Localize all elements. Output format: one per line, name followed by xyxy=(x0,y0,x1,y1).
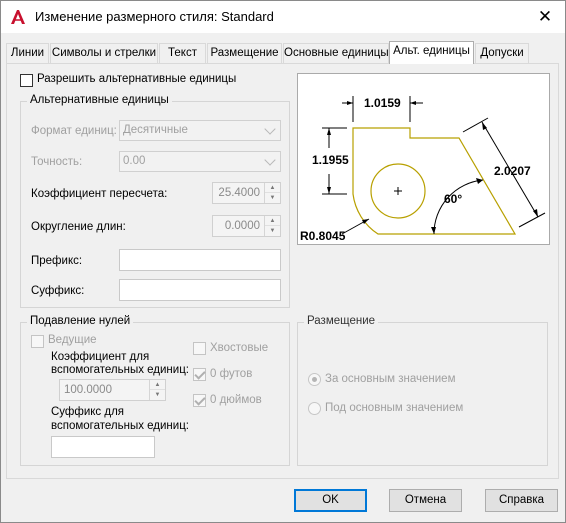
trailing-label: Хвостовые xyxy=(210,342,269,354)
ok-button[interactable]: OK xyxy=(294,489,367,512)
multiplier-stepper[interactable]: 25.4000 ▲ ▼ xyxy=(212,182,281,204)
close-icon[interactable]: ✕ xyxy=(530,4,560,30)
spin-down-icon[interactable]: ▼ xyxy=(150,390,165,400)
dim-radius-value: R0.8045 xyxy=(300,229,346,243)
subunit-factor-label-line1: Коэффициент для xyxy=(51,351,150,363)
precision-label: Точность: xyxy=(31,156,83,168)
zero-suppression-title: Подавление нулей xyxy=(27,315,134,327)
subunit-factor-label-line2: вспомогательных единиц: xyxy=(51,364,189,376)
unit-format-label: Формат единиц: xyxy=(31,125,117,137)
zero-inches-checkbox[interactable] xyxy=(193,394,206,407)
leading-label: Ведущие xyxy=(48,334,97,346)
enable-alt-units-checkbox[interactable] xyxy=(20,74,33,87)
spin-down-icon[interactable]: ▼ xyxy=(265,226,280,236)
subunit-suffix-label-line1: Суффикс для xyxy=(51,406,125,418)
placement-group: Размещение xyxy=(297,315,548,466)
cancel-button[interactable]: Отмена xyxy=(389,489,462,512)
title-bar: Изменение размерного стиля: Standard ✕ xyxy=(1,1,565,33)
subunit-factor-stepper[interactable]: 100.0000 ▲ ▼ xyxy=(59,379,166,401)
alt-units-group-title: Альтернативные единицы xyxy=(27,94,172,106)
after-primary-label: За основным значением xyxy=(325,373,456,385)
precision-value: 0.00 xyxy=(123,155,146,167)
spin-down-icon[interactable]: ▼ xyxy=(265,193,280,203)
dim-left-value: 1.1955 xyxy=(312,153,349,167)
chevron-down-icon xyxy=(264,154,276,166)
help-button[interactable]: Справка xyxy=(485,489,558,512)
tab-lines[interactable]: Линии xyxy=(6,43,49,63)
dim-top-value: 1.0159 xyxy=(364,96,401,110)
placement-title: Размещение xyxy=(304,315,379,327)
trailing-checkbox[interactable] xyxy=(193,342,206,355)
precision-select[interactable]: 0.00 xyxy=(119,151,281,172)
spin-up-icon[interactable]: ▲ xyxy=(265,183,280,193)
prefix-label: Префикс: xyxy=(31,255,83,267)
below-primary-label: Под основным значением xyxy=(325,402,464,414)
leading-checkbox[interactable] xyxy=(31,335,44,348)
autocad-logo-icon xyxy=(11,10,25,24)
subunit-factor-value: 100.0000 xyxy=(64,384,112,396)
dim-right-value: 2.0207 xyxy=(494,164,531,178)
subunit-suffix-input[interactable] xyxy=(51,436,155,458)
multiplier-value: 25.4000 xyxy=(218,187,260,199)
tab-alternate-units[interactable]: Альт. единицы xyxy=(389,41,474,64)
window-title: Изменение размерного стиля: Standard xyxy=(35,9,274,24)
zero-inches-label: 0 дюймов xyxy=(210,394,262,406)
dimension-preview: 1.0159 1.1955 2.0207 60° R0.8045 xyxy=(297,73,550,245)
multiplier-label: Коэффициент пересчета: xyxy=(31,188,168,200)
after-primary-radio[interactable] xyxy=(308,373,321,386)
chevron-down-icon xyxy=(264,123,276,135)
round-value: 0.0000 xyxy=(224,220,260,232)
dim-angle-value: 60° xyxy=(444,192,463,206)
suffix-label: Суффикс: xyxy=(31,285,85,297)
tab-tolerances[interactable]: Допуски xyxy=(475,43,529,63)
zero-feet-label: 0 футов xyxy=(210,368,253,380)
below-primary-radio[interactable] xyxy=(308,402,321,415)
subunit-suffix-label-line2: вспомогательных единиц: xyxy=(51,420,189,432)
spin-up-icon[interactable]: ▲ xyxy=(265,216,280,226)
tab-primary-units[interactable]: Основные единицы xyxy=(283,43,389,63)
suffix-input[interactable] xyxy=(119,279,281,301)
tab-text[interactable]: Текст xyxy=(159,43,206,63)
unit-format-value: Десятичные xyxy=(123,124,188,136)
unit-format-select[interactable]: Десятичные xyxy=(119,120,281,141)
round-stepper[interactable]: 0.0000 ▲ ▼ xyxy=(212,215,281,237)
prefix-input[interactable] xyxy=(119,249,281,271)
enable-alt-units-label: Разрешить альтернативные единицы xyxy=(37,73,237,85)
dialog-window: Изменение размерного стиля: Standard ✕ Л… xyxy=(0,0,566,523)
spin-up-icon[interactable]: ▲ xyxy=(150,380,165,390)
tab-fit[interactable]: Размещение xyxy=(207,43,282,63)
round-label: Округление длин: xyxy=(31,221,126,233)
tab-symbols-arrows[interactable]: Символы и стрелки xyxy=(50,43,158,63)
zero-feet-checkbox[interactable] xyxy=(193,368,206,381)
